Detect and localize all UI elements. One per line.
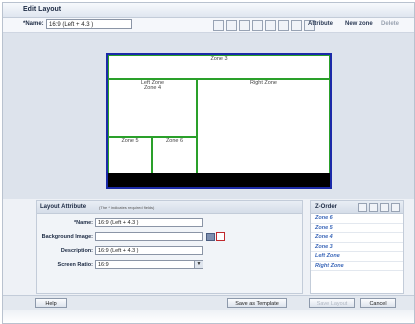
- name-label: *Name:: [74, 220, 93, 226]
- zone-4-label: Zone 4: [143, 85, 162, 91]
- z-order-list: Zone 6 Zone 5 Zone 4 Zone 3 Left Zone Ri…: [311, 214, 403, 271]
- list-item[interactable]: Zone 5: [311, 224, 403, 233]
- clear-image-icon[interactable]: [216, 232, 225, 241]
- window-shadow: [3, 310, 414, 323]
- window-title: Edit Layout: [23, 6, 62, 13]
- screen-preview: Zone 3 Left Zone Zone 4 Right Zone Zone …: [106, 53, 332, 189]
- layout-icon-3[interactable]: [239, 20, 250, 31]
- tool-icons: [213, 20, 315, 31]
- delete-button[interactable]: Delete: [381, 21, 399, 27]
- z-order-title: Z-Order: [315, 204, 338, 210]
- layout-icon-4[interactable]: [252, 20, 263, 31]
- description-field[interactable]: 16:9 (Left + 4.3 ): [95, 246, 203, 255]
- z-order-controls: [358, 203, 400, 212]
- attribute-button[interactable]: Attribute: [308, 21, 333, 27]
- layout-attribute-header: Layout Attribute (The * indicates requir…: [37, 201, 302, 214]
- list-item[interactable]: Zone 3: [311, 243, 403, 252]
- chevron-down-icon[interactable]: ▼: [194, 261, 203, 268]
- required-note: (The * indicates required fields): [99, 205, 155, 210]
- footer-bar: Help Save as Template Save Layout Cancel: [3, 295, 414, 310]
- layout-icon-5[interactable]: [265, 20, 276, 31]
- help-button[interactable]: Help: [35, 298, 67, 308]
- name-field[interactable]: 16:9 (Left + 4.3 ): [95, 218, 203, 227]
- layout-name-input[interactable]: 16:9 (Left + 4.3 ): [46, 19, 132, 29]
- move-top-icon[interactable]: [358, 203, 367, 212]
- layout-canvas: Zone 3 Left Zone Zone 4 Right Zone Zone …: [3, 33, 414, 199]
- screen-ratio-label: Screen Ratio:: [57, 262, 93, 268]
- list-item[interactable]: Zone 6: [311, 214, 403, 224]
- zone-5[interactable]: Zone 5: [108, 137, 152, 175]
- layout-attribute-panel: Layout Attribute (The * indicates requir…: [36, 200, 303, 294]
- layout-icon-7[interactable]: [291, 20, 302, 31]
- browse-image-icon[interactable]: [206, 233, 215, 241]
- bottom-zone-bar[interactable]: [108, 173, 330, 187]
- zone-6-label: Zone 6: [165, 138, 184, 144]
- list-item[interactable]: Zone 4: [311, 233, 403, 243]
- z-order-panel: Z-Order Zone 6 Zone 5 Zone 4 Zone 3 Left…: [310, 200, 404, 294]
- screen-ratio-select[interactable]: 16:9: [95, 260, 203, 269]
- edit-layout-window: Edit Layout *Name: 16:9 (Left + 4.3 ) At…: [2, 2, 415, 324]
- layout-icon-2[interactable]: [226, 20, 237, 31]
- background-image-label: Background Image:: [41, 234, 93, 240]
- cancel-button[interactable]: Cancel: [360, 298, 396, 308]
- move-down-icon[interactable]: [380, 203, 389, 212]
- layout-icon-6[interactable]: [278, 20, 289, 31]
- zone-5-label: Zone 5: [121, 138, 139, 144]
- right-zone[interactable]: Right Zone: [197, 79, 330, 175]
- title-bar: Edit Layout: [3, 3, 414, 18]
- zone-4[interactable]: Zone 4: [108, 85, 197, 137]
- zone-6[interactable]: Zone 6: [152, 137, 197, 175]
- z-order-header: Z-Order: [311, 201, 403, 214]
- right-zone-label: Right Zone: [250, 80, 277, 86]
- layout-attribute-title: Layout Attribute: [40, 204, 87, 210]
- save-as-template-button[interactable]: Save as Template: [227, 298, 287, 308]
- list-item[interactable]: Right Zone: [311, 262, 403, 271]
- save-layout-button[interactable]: Save Layout: [309, 298, 355, 308]
- new-zone-button[interactable]: New zone: [345, 21, 373, 27]
- move-up-icon[interactable]: [369, 203, 378, 212]
- description-label: Description:: [60, 248, 93, 254]
- background-image-field[interactable]: [95, 232, 203, 241]
- zone-3[interactable]: Zone 3: [108, 55, 330, 79]
- move-bottom-icon[interactable]: [391, 203, 400, 212]
- name-toolbar: *Name: 16:9 (Left + 4.3 ) Attribute New …: [3, 18, 414, 33]
- zone-3-label: Zone 3: [210, 56, 228, 62]
- layout-name-label: *Name:: [23, 21, 44, 27]
- list-item[interactable]: Left Zone: [311, 252, 403, 262]
- layout-icon-1[interactable]: [213, 20, 224, 31]
